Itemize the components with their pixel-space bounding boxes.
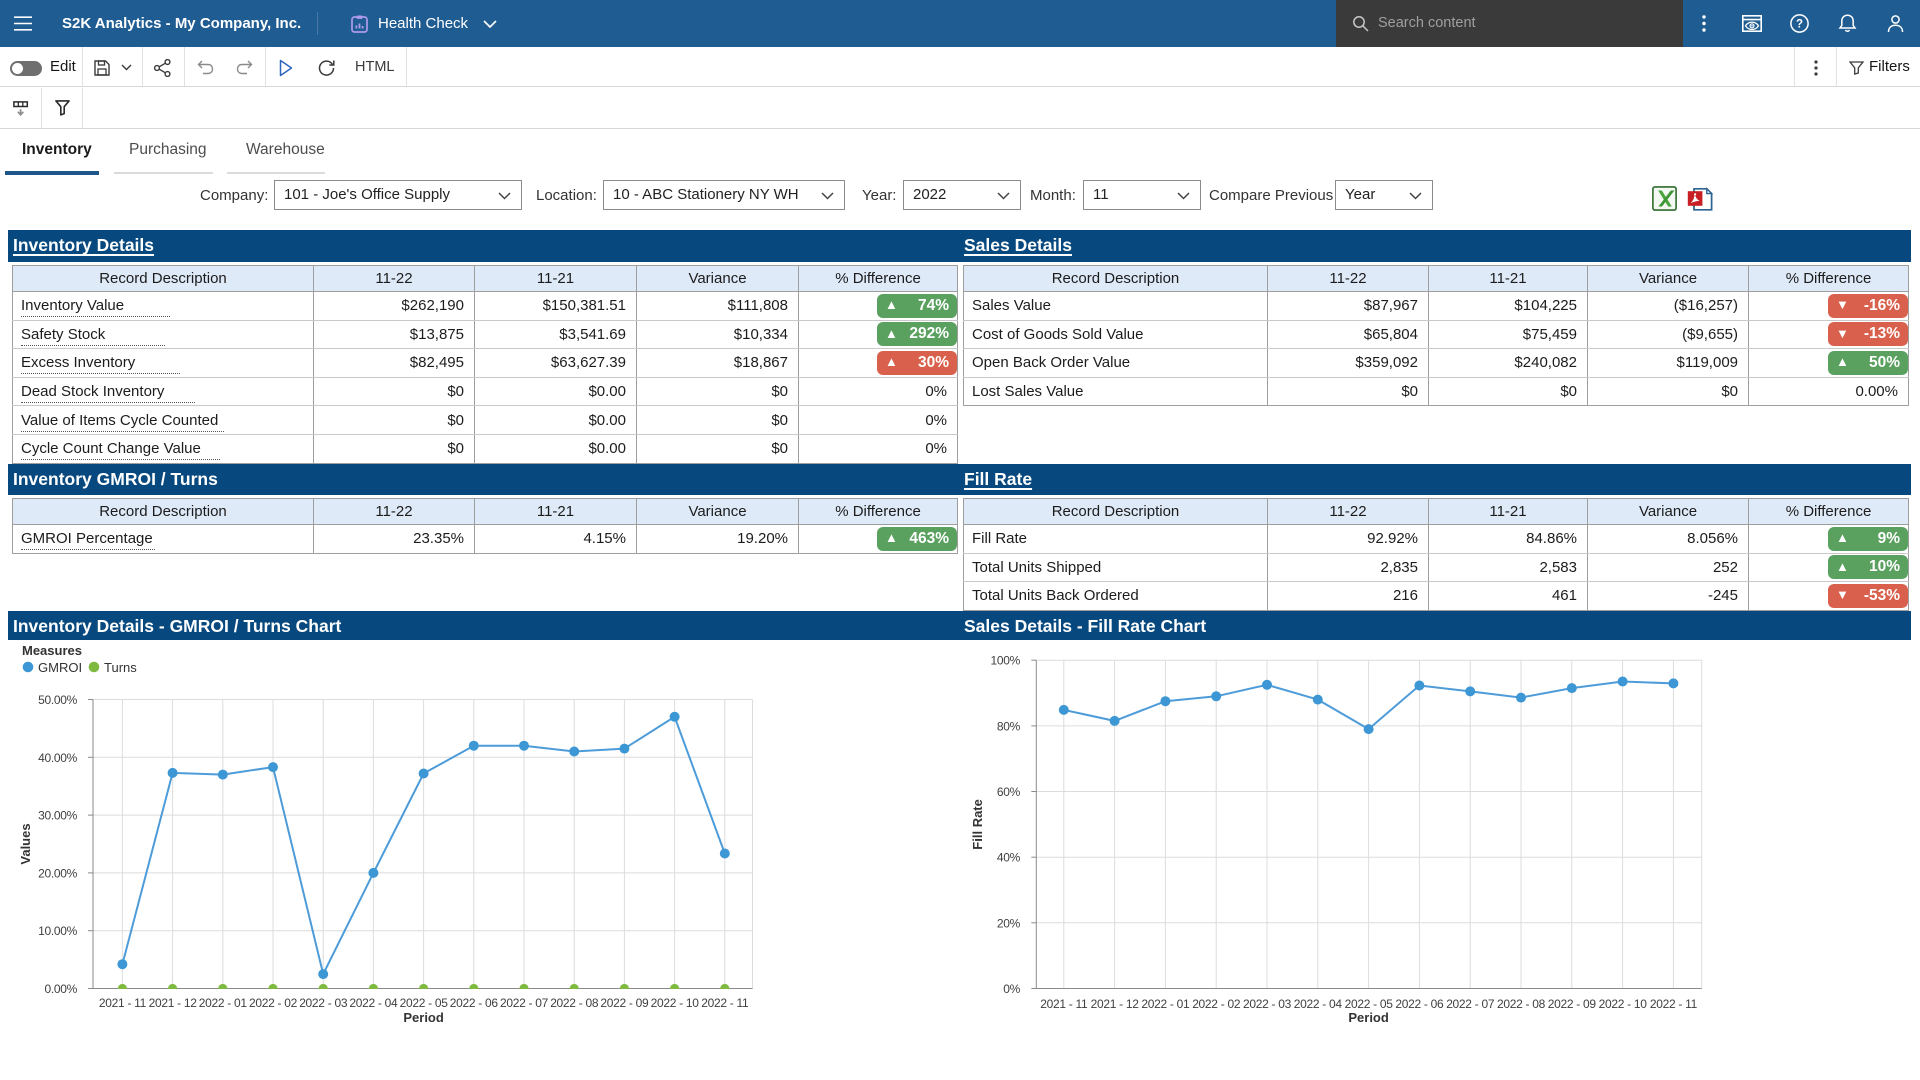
svg-text:2022 - 08: 2022 - 08 bbox=[1497, 997, 1546, 1011]
svg-text:2022 - 02: 2022 - 02 bbox=[1192, 997, 1241, 1011]
svg-text:2022 - 04: 2022 - 04 bbox=[1294, 997, 1343, 1011]
svg-text:Measures: Measures bbox=[22, 643, 82, 658]
svg-text:Fill Rate: Fill Rate bbox=[970, 799, 985, 850]
svg-text:0.00%: 0.00% bbox=[44, 982, 77, 996]
svg-text:30.00%: 30.00% bbox=[38, 809, 78, 823]
svg-text:2022 - 09: 2022 - 09 bbox=[600, 996, 649, 1010]
svg-text:2022 - 10: 2022 - 10 bbox=[1599, 997, 1648, 1011]
svg-text:2021 - 11: 2021 - 11 bbox=[99, 996, 147, 1010]
svg-text:2022 - 07: 2022 - 07 bbox=[1446, 997, 1495, 1011]
svg-text:?: ? bbox=[1796, 19, 1803, 31]
svg-text:0%: 0% bbox=[1003, 982, 1020, 996]
svg-text:20.00%: 20.00% bbox=[38, 866, 78, 880]
svg-text:2022 - 01: 2022 - 01 bbox=[1141, 997, 1190, 1011]
svg-text:Period: Period bbox=[1348, 1010, 1389, 1025]
svg-text:2022 - 06: 2022 - 06 bbox=[1395, 997, 1444, 1011]
svg-text:2022 - 01: 2022 - 01 bbox=[199, 996, 248, 1010]
svg-text:20%: 20% bbox=[997, 916, 1021, 930]
svg-text:2022 - 11: 2022 - 11 bbox=[1650, 997, 1698, 1011]
svg-text:2022 - 05: 2022 - 05 bbox=[1345, 997, 1394, 1011]
svg-text:Turns: Turns bbox=[104, 660, 137, 675]
svg-text:60%: 60% bbox=[997, 785, 1021, 799]
svg-text:2022 - 06: 2022 - 06 bbox=[450, 996, 499, 1010]
svg-text:2022 - 02: 2022 - 02 bbox=[249, 996, 298, 1010]
svg-text:2022 - 03: 2022 - 03 bbox=[1243, 997, 1292, 1011]
svg-text:100%: 100% bbox=[991, 654, 1021, 668]
svg-text:2022 - 09: 2022 - 09 bbox=[1548, 997, 1597, 1011]
svg-text:2021 - 11: 2021 - 11 bbox=[1040, 997, 1088, 1011]
svg-text:80%: 80% bbox=[997, 719, 1021, 733]
svg-text:Period: Period bbox=[403, 1010, 444, 1025]
svg-text:2021 - 12: 2021 - 12 bbox=[149, 996, 198, 1010]
svg-text:Values: Values bbox=[18, 823, 33, 864]
svg-text:10.00%: 10.00% bbox=[38, 924, 78, 938]
svg-text:2022 - 10: 2022 - 10 bbox=[651, 996, 700, 1010]
svg-text:50.00%: 50.00% bbox=[38, 693, 78, 707]
svg-text:2022 - 11: 2022 - 11 bbox=[701, 996, 749, 1010]
svg-text:2022 - 05: 2022 - 05 bbox=[400, 996, 449, 1010]
svg-text:2021 - 12: 2021 - 12 bbox=[1091, 997, 1140, 1011]
svg-text:40.00%: 40.00% bbox=[38, 751, 78, 765]
svg-text:2022 - 04: 2022 - 04 bbox=[349, 996, 398, 1010]
svg-text:2022 - 03: 2022 - 03 bbox=[299, 996, 348, 1010]
svg-text:2022 - 08: 2022 - 08 bbox=[550, 996, 599, 1010]
svg-text:40%: 40% bbox=[997, 851, 1021, 865]
svg-text:GMROI: GMROI bbox=[38, 660, 82, 675]
svg-text:2022 - 07: 2022 - 07 bbox=[500, 996, 549, 1010]
